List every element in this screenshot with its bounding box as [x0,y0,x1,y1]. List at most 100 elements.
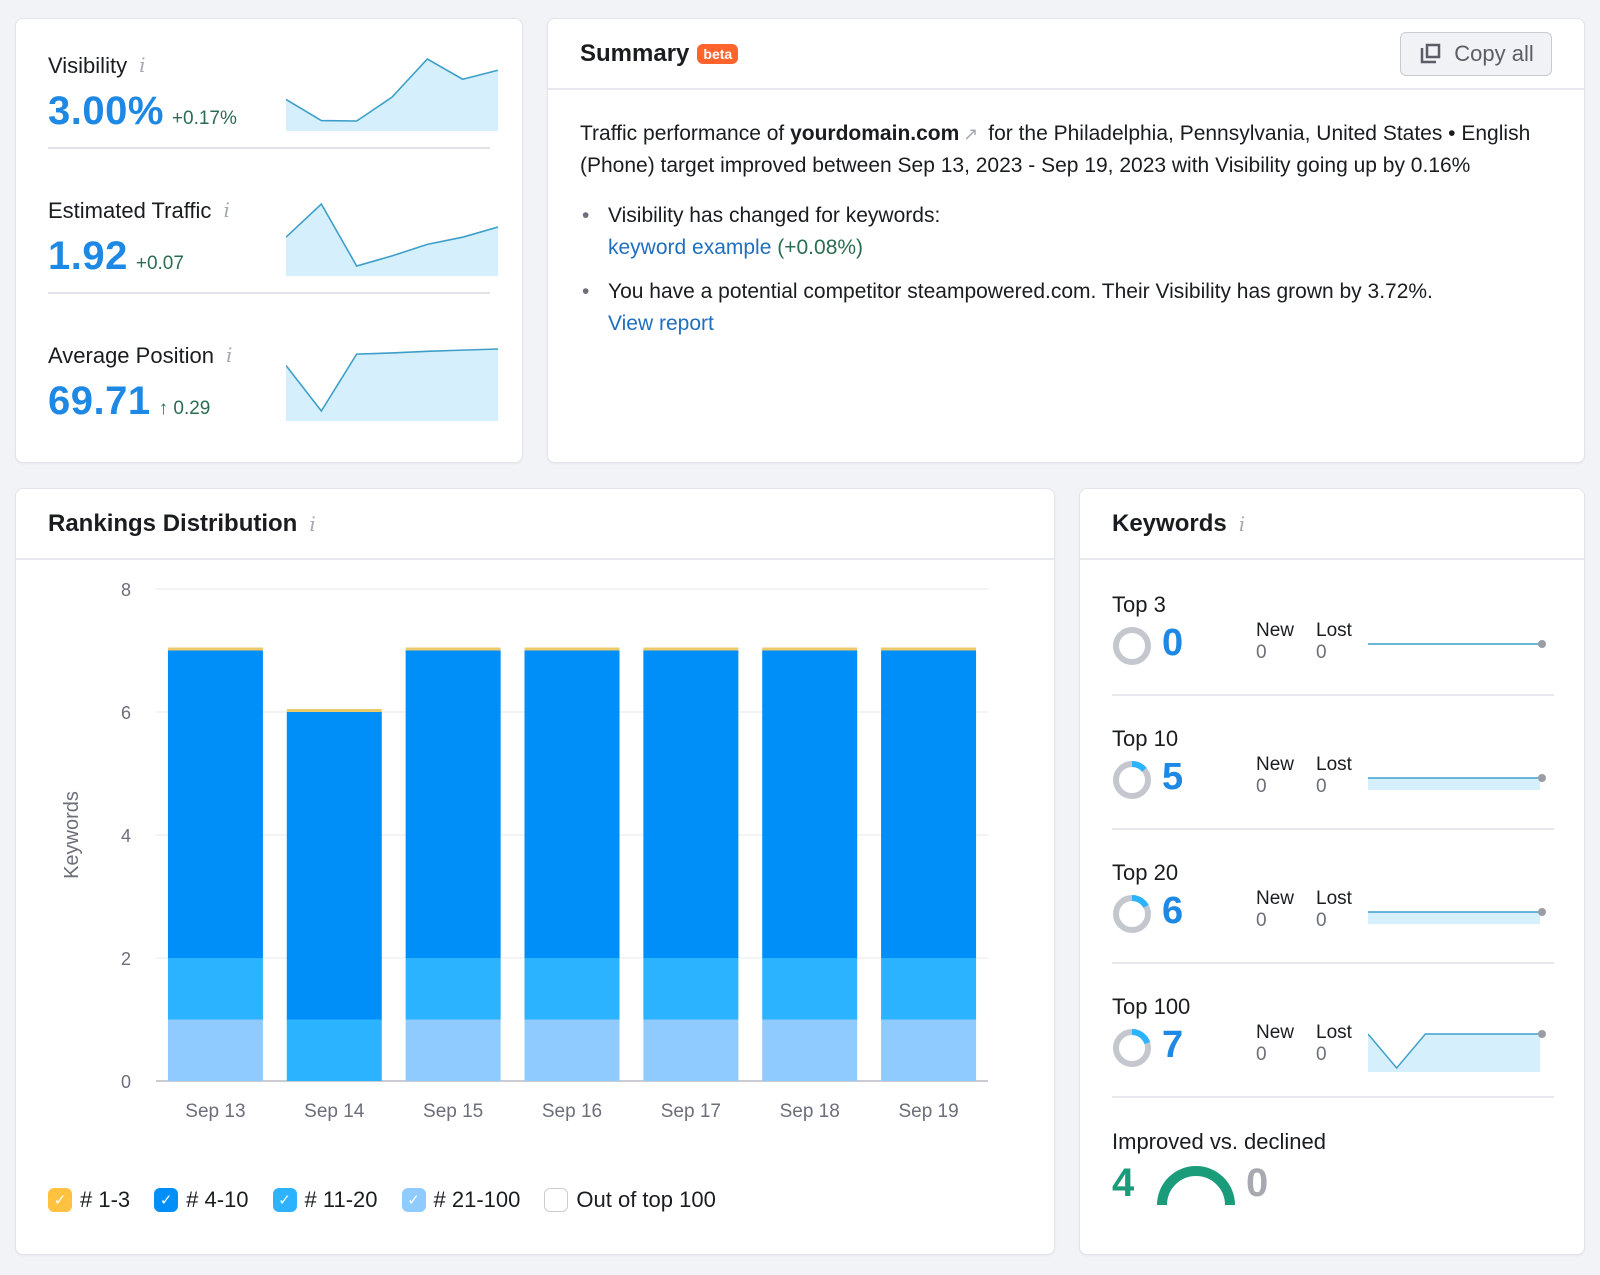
new-label: New [1256,888,1294,910]
metric-delta: +0.17% [172,108,237,129]
new-value[interactable]: 0 [1256,910,1294,932]
info-icon[interactable]: i [139,53,145,77]
info-icon[interactable]: i [309,512,315,536]
keyword-share-ring [1112,760,1152,800]
bar-segment [762,958,857,1020]
info-icon[interactable]: i [226,343,232,367]
legend-label: # 4-10 [186,1187,248,1213]
keywords-card: Keywords i Top 30New0Lost0Top 105New0Los… [1079,488,1585,1255]
bar-segment [168,958,263,1020]
metric-delta: ↑ 0.29 [159,398,211,419]
sparkline-area [286,204,498,276]
legend-item[interactable]: ✓# 1-3 [48,1187,130,1213]
y-tick-label: 4 [121,826,131,846]
copy-all-button[interactable]: Copy all [1400,32,1552,76]
legend-label: # 11-20 [305,1187,378,1213]
summary-body: Traffic performance of yourdomain.com↗ f… [548,90,1584,380]
bar-segment [762,651,857,959]
bar-segment [287,1020,382,1082]
bar-top-marker [762,648,857,651]
new-keywords: New0 [1256,1022,1294,1066]
legend-checkbox[interactable] [544,1188,568,1212]
summary-card: Summary beta Copy all Traffic performanc… [547,18,1585,463]
bar-segment [881,651,976,959]
bar-segment [406,651,501,959]
legend-item[interactable]: ✓ # 11-20 [273,1187,378,1213]
info-icon[interactable]: i [1239,512,1245,536]
bar-segment [643,958,738,1020]
declined-count: 0 [1246,1161,1268,1206]
bar-segment [643,1020,738,1082]
bar-top-marker [168,648,263,651]
summary-bullet: You have a potential competitor steampow… [580,276,1552,340]
summary-bullets: Visibility has changed for keywords: key… [580,200,1552,340]
domain-name: yourdomain.com [790,122,959,145]
lost-keywords: Lost0 [1316,754,1352,798]
y-tick-label: 0 [121,1072,131,1092]
metric-average-position: Average Position i 69.71 ↑ 0.29 [48,309,490,439]
rankings-chart: 02468KeywordsSep 13Sep 14Sep 15Sep 16Sep… [16,562,1056,1162]
keyword-count[interactable]: 0 [1162,622,1183,665]
lost-value[interactable]: 0 [1316,910,1352,932]
traffic-sparkline [286,200,498,276]
x-tick-label: Sep 17 [661,1101,721,1122]
position-sparkline [286,345,498,421]
keyword-sparkline [1368,1024,1548,1072]
lost-value[interactable]: 0 [1316,776,1352,798]
keyword-share-ring [1112,1028,1152,1068]
keywords-header: Keywords i [1080,489,1584,560]
external-link-icon[interactable]: ↗ [963,124,978,144]
legend-checkbox[interactable]: ✓ [48,1188,72,1212]
view-report-link[interactable]: View report [608,312,714,335]
y-tick-label: 2 [121,949,131,969]
y-tick-label: 6 [121,703,131,723]
new-value[interactable]: 0 [1256,642,1294,664]
lost-value[interactable]: 0 [1316,1044,1352,1066]
lost-keywords: Lost0 [1316,1022,1352,1066]
keywords-title: Keywords [1112,510,1227,538]
legend-item[interactable]: Out of top 100 [544,1187,715,1213]
metric-visibility: Visibilityi 3.00%+0.17% [48,19,490,149]
keyword-count[interactable]: 5 [1162,756,1183,799]
keyword-count[interactable]: 6 [1162,890,1183,933]
lost-value[interactable]: 0 [1316,642,1352,664]
copy-all-label: Copy all [1454,41,1533,67]
lost-label: Lost [1316,1022,1352,1044]
metric-label: Estimated Traffic [48,198,211,223]
keyword-row: Top 1007New0Lost0 [1112,964,1554,1098]
legend-checkbox[interactable]: ✓ [154,1188,178,1212]
new-value[interactable]: 0 [1256,776,1294,798]
rankings-title: Rankings Distribution [48,510,297,538]
keyword-row-label: Top 3 [1112,592,1166,618]
bullet-text: Visibility has changed for keywords: [608,204,940,227]
keyword-example-link[interactable]: keyword example [608,236,771,259]
legend-checkbox[interactable]: ✓ [273,1188,297,1212]
bar-segment [525,1020,620,1082]
legend-item[interactable]: ✓# 21-100 [402,1187,521,1213]
lost-keywords: Lost0 [1316,620,1352,664]
lost-label: Lost [1316,620,1352,642]
x-tick-label: Sep 15 [423,1101,483,1122]
keyword-share-ring [1112,894,1152,934]
info-icon[interactable]: i [223,198,229,222]
bar-segment [406,1020,501,1082]
summary-intro: Traffic performance of yourdomain.com↗ f… [580,118,1552,182]
legend-item[interactable]: ✓ # 4-10 [154,1187,248,1213]
new-keywords: New0 [1256,620,1294,664]
keyword-share-ring [1112,626,1152,666]
sparkline-area [1368,778,1540,790]
bar-top-marker [643,648,738,651]
bar-top-marker [287,709,382,712]
legend-checkbox[interactable]: ✓ [402,1188,426,1212]
x-tick-label: Sep 14 [304,1101,365,1122]
bullet-text: You have a potential competitor steampow… [608,280,1433,303]
metric-label: Average Position [48,343,214,368]
metrics-card: Visibilityi 3.00%+0.17% Estimated Traffi… [15,18,523,463]
new-value[interactable]: 0 [1256,1044,1294,1066]
keyword-sparkline [1368,756,1548,804]
metric-value: 69.71 [48,379,151,423]
bar-segment [406,958,501,1020]
keyword-count[interactable]: 7 [1162,1024,1183,1067]
new-keywords: New0 [1256,754,1294,798]
beta-badge: beta [697,44,738,64]
